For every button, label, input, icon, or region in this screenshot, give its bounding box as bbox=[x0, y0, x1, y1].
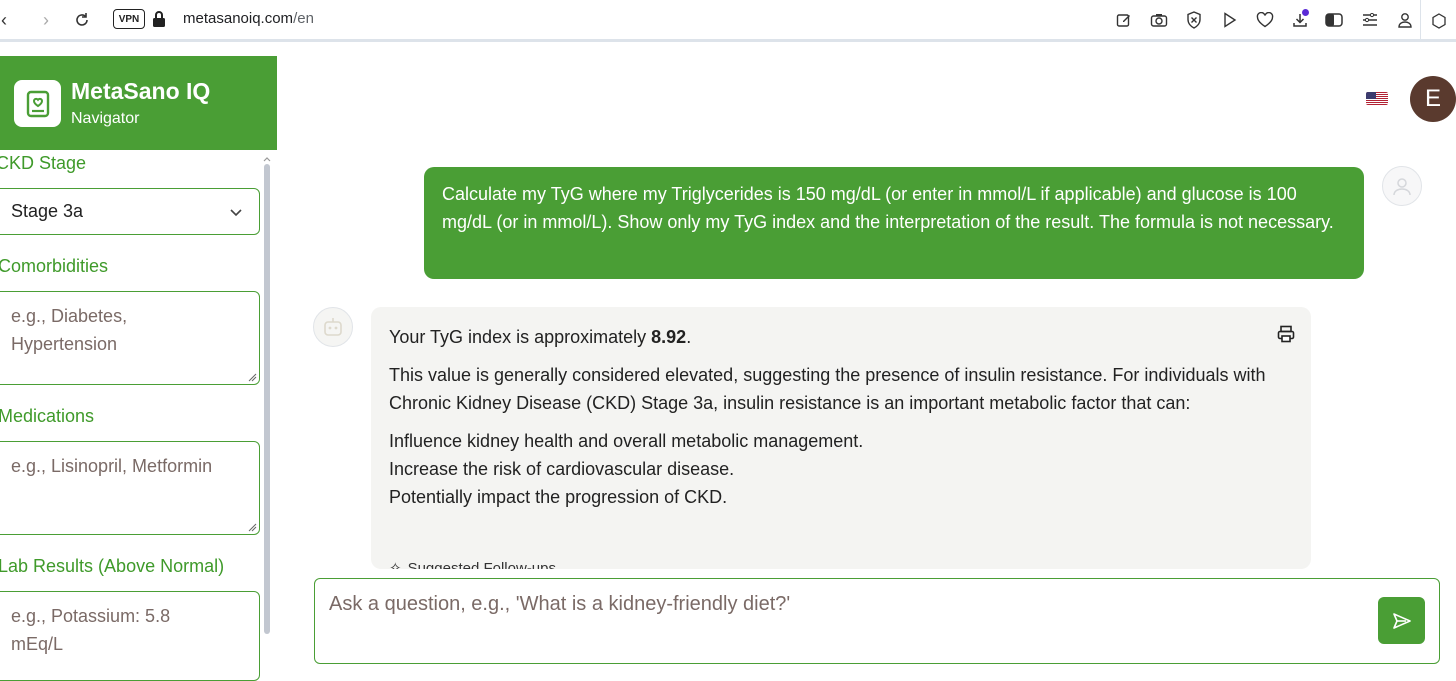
sidebar-header: MetaSano IQ Navigator bbox=[0, 56, 277, 150]
chevron-down-icon bbox=[229, 203, 243, 224]
lab-results-field[interactable]: e.g., Potassium: 5.8 mEq/L bbox=[0, 591, 260, 681]
user-icon bbox=[1382, 166, 1422, 206]
address-bar[interactable]: metasanoiq.com/en bbox=[183, 10, 314, 27]
tyg-value: 8.92 bbox=[651, 327, 687, 347]
forward-icon[interactable]: › bbox=[34, 9, 58, 31]
followups-label: Suggested Follow-ups bbox=[407, 560, 556, 569]
sparkle-icon: ✧ bbox=[389, 560, 402, 569]
avatar[interactable]: E bbox=[1410, 76, 1456, 122]
vpn-badge[interactable]: VPN bbox=[113, 9, 145, 29]
lab-results-placeholder: e.g., Potassium: 5.8 mEq/L bbox=[11, 606, 171, 654]
bot-interpretation: This value is generally considered eleva… bbox=[389, 365, 1266, 413]
reload-icon[interactable] bbox=[70, 9, 94, 31]
heart-icon[interactable] bbox=[1254, 9, 1276, 31]
comorbidities-field[interactable]: e.g., Diabetes, Hypertension bbox=[0, 291, 260, 385]
lock-icon[interactable] bbox=[152, 10, 166, 33]
browser-toolbar: ‹ › VPN metasanoiq.com/en bbox=[0, 0, 1456, 42]
bot-result-line: Your TyG index is approximately 8.92. bbox=[389, 327, 692, 347]
flag-us-icon[interactable] bbox=[1366, 92, 1388, 105]
bot-point: Increase the risk of cardiovascular dise… bbox=[389, 459, 735, 479]
ckd-stage-value: Stage 3a bbox=[11, 201, 84, 221]
sidebar-scrollbar-thumb[interactable] bbox=[264, 164, 270, 634]
back-icon[interactable]: ‹ bbox=[0, 9, 16, 31]
extension-cube-icon[interactable] bbox=[1420, 0, 1456, 42]
send-icon bbox=[1392, 612, 1411, 629]
book-icon bbox=[14, 80, 61, 127]
shield-icon[interactable] bbox=[1183, 9, 1205, 31]
comorbidities-label: Comorbidities bbox=[0, 256, 109, 276]
url-path: /en bbox=[293, 10, 314, 27]
ckd-stage-label: CKD Stage bbox=[0, 153, 87, 173]
bot-point: Influence kidney health and overall meta… bbox=[389, 431, 864, 451]
medications-placeholder: e.g., Lisinopril, Metformin bbox=[11, 456, 213, 476]
profile-icon[interactable] bbox=[1394, 9, 1416, 31]
sidebar: MetaSano IQ Navigator CKD Stage Stage 3a… bbox=[0, 56, 277, 681]
menu-icon[interactable] bbox=[1359, 9, 1381, 31]
bot-point: Potentially impact the progression of CK… bbox=[389, 487, 728, 507]
resize-grip-icon[interactable] bbox=[248, 373, 257, 382]
edit-icon[interactable] bbox=[1113, 9, 1135, 31]
camera-icon[interactable] bbox=[1148, 9, 1170, 31]
medications-label: Medications bbox=[0, 406, 95, 426]
print-icon[interactable] bbox=[1277, 323, 1295, 351]
main-chat-area: E Calculate my TyG where my Triglyceride… bbox=[277, 56, 1456, 671]
url-domain: metasanoiq.com bbox=[183, 10, 294, 27]
comorbidities-placeholder: e.g., Diabetes, Hypertension bbox=[11, 306, 128, 354]
bot-message-bubble: Your TyG index is approximately 8.92. Th… bbox=[371, 307, 1311, 569]
lab-results-label: Lab Results (Above Normal) bbox=[0, 556, 225, 576]
sidebar-toggle-icon[interactable] bbox=[1323, 9, 1345, 31]
scroll-up-icon[interactable] bbox=[263, 156, 271, 162]
app-title: MetaSano IQ bbox=[71, 78, 211, 104]
bot-icon bbox=[313, 307, 353, 347]
download-icon[interactable] bbox=[1289, 9, 1311, 31]
resize-grip-icon[interactable] bbox=[248, 523, 257, 532]
medications-field[interactable]: e.g., Lisinopril, Metformin bbox=[0, 441, 260, 535]
user-message-bubble: Calculate my TyG where my Triglycerides … bbox=[424, 167, 1364, 279]
chat-input-box[interactable] bbox=[314, 578, 1440, 664]
ckd-stage-select[interactable]: Stage 3a bbox=[0, 188, 260, 235]
app-subtitle: Navigator bbox=[71, 110, 140, 127]
send-button[interactable] bbox=[1378, 597, 1425, 644]
play-icon[interactable] bbox=[1219, 9, 1241, 31]
chat-input[interactable] bbox=[329, 593, 1369, 616]
suggested-followups[interactable]: ✧ Suggested Follow-ups bbox=[389, 555, 556, 569]
